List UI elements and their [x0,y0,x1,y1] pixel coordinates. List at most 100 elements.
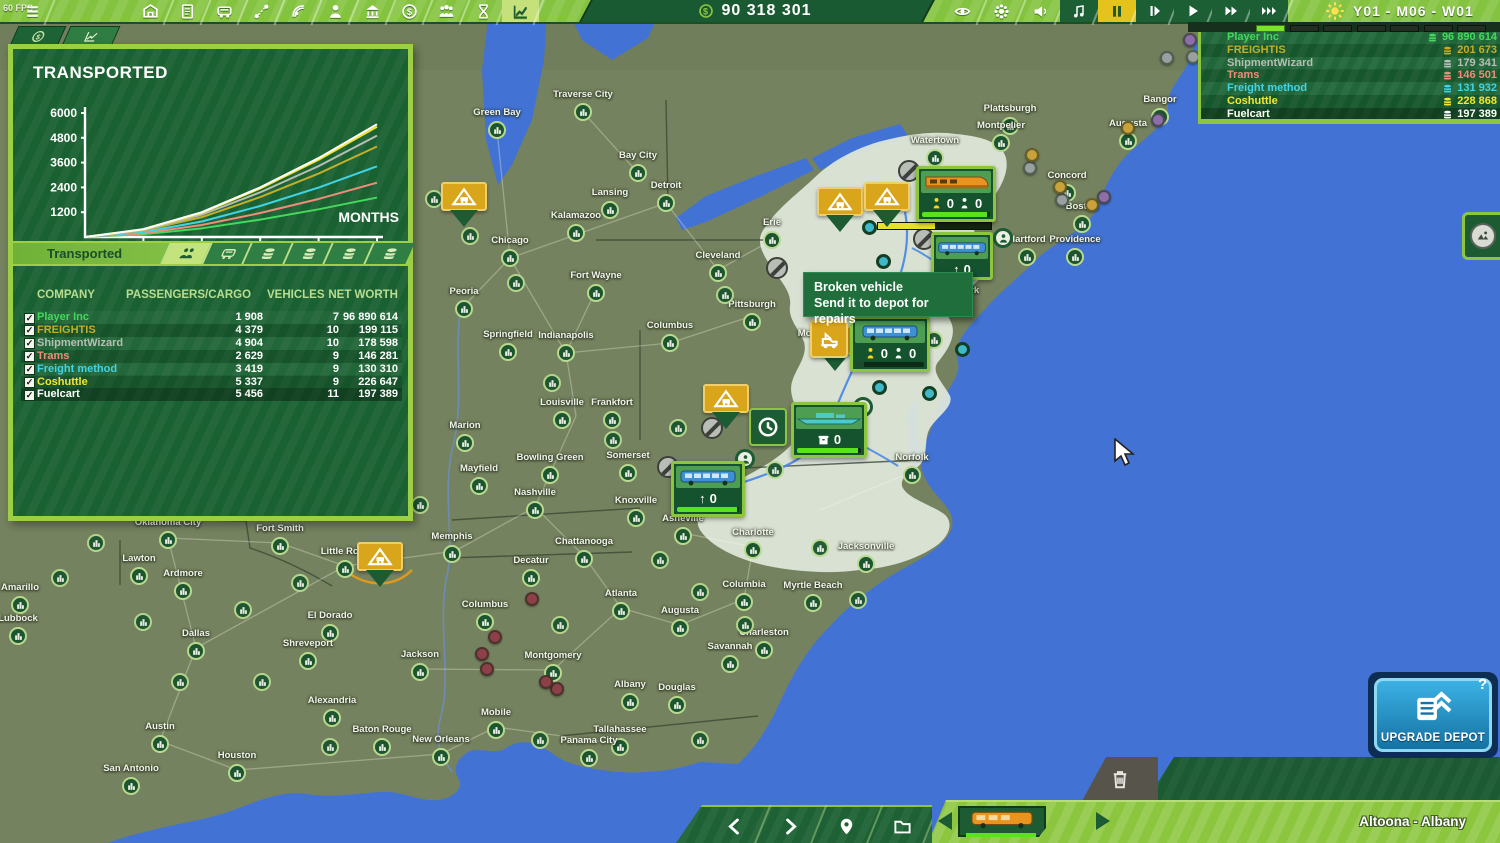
upgrade-depot-button[interactable]: UPGRADE DEPOT [1374,678,1492,752]
city-marker[interactable] [992,134,1010,152]
city-marker[interactable] [336,560,354,578]
toolbar-button-routes[interactable] [243,0,280,22]
city-marker[interactable] [857,555,875,573]
vehicle-status-panel[interactable]: 0 [791,402,867,458]
toolbar-button-stats[interactable] [502,0,539,22]
city-marker[interactable] [601,201,619,219]
city-marker[interactable] [299,652,317,670]
toolbar-button-bank[interactable] [354,0,391,22]
map-style-button[interactable] [1462,212,1500,260]
city-marker[interactable] [541,466,559,484]
toolbar-button-sound[interactable] [1021,0,1060,22]
toolbar-button-radar[interactable] [280,0,317,22]
harbor-marker[interactable] [922,386,937,401]
leaderboard-row[interactable]: FREIGHTIS201 673 [1201,44,1500,57]
town-marker[interactable] [651,551,669,569]
city-marker[interactable] [487,721,505,739]
city-marker[interactable] [721,655,739,673]
city-marker[interactable] [271,537,289,555]
speed-button-music[interactable] [1060,0,1098,22]
city-marker[interactable] [501,249,519,267]
speed-button-fastest[interactable] [1250,0,1288,22]
city-marker[interactable] [629,164,647,182]
city-marker[interactable] [174,582,192,600]
leaderboard-row[interactable]: Coshuttle228 868 [1201,95,1500,108]
city-marker[interactable] [926,149,944,167]
city-marker[interactable] [621,693,639,711]
city-marker[interactable] [488,121,506,139]
city-marker[interactable] [159,531,177,549]
speed-button-pause[interactable] [1098,0,1136,22]
competitor-leaderboard[interactable]: Player Inc96 890 614FREIGHTIS201 673Ship… [1198,27,1500,122]
city-marker[interactable] [130,567,148,585]
town-marker[interactable] [604,431,622,449]
city-marker[interactable] [151,735,169,753]
speed-button-fast[interactable] [1212,0,1250,22]
breakdown-warning-sign[interactable] [864,182,910,227]
city-marker[interactable] [763,231,781,249]
city-marker[interactable] [476,613,494,631]
town-marker[interactable] [171,673,189,691]
town-marker[interactable] [543,374,561,392]
breakdown-warning-sign[interactable] [817,187,863,232]
routes-folder-button[interactable] [874,807,930,843]
toolbar-button-finance[interactable]: $ [391,0,428,22]
table-row[interactable]: ✓Coshuttle5 3379226 647 [21,376,402,389]
town-marker[interactable] [766,461,784,479]
city-marker[interactable] [456,434,474,452]
city-marker[interactable] [526,501,544,519]
city-marker[interactable] [903,466,921,484]
harbor-marker[interactable] [876,254,891,269]
town-marker[interactable] [291,574,309,592]
town-marker[interactable] [253,673,271,691]
city-marker[interactable] [553,411,571,429]
breakdown-warning-sign[interactable] [441,182,487,227]
city-marker[interactable] [575,550,593,568]
table-row[interactable]: ✓Trams2 6299146 281 [21,350,402,363]
city-marker[interactable] [735,593,753,611]
town-marker[interactable] [669,419,687,437]
tab-chart[interactable] [62,26,121,46]
leaderboard-row[interactable]: Player Inc96 890 614 [1201,31,1500,44]
leaderboard-row[interactable]: ShipmentWizard179 341 [1201,57,1500,70]
city-marker[interactable] [804,594,822,612]
leaderboard-row[interactable]: Trams146 501 [1201,69,1500,82]
town-marker[interactable] [716,286,734,304]
locate-button[interactable] [818,807,874,843]
table-row[interactable]: ✓Player Inc1 908796 890 614 [21,311,402,324]
prev-vehicle-button[interactable] [938,812,952,830]
city-marker[interactable] [755,641,773,659]
vehicle-status-panel[interactable]: ↑0 [671,461,745,517]
row-checkbox[interactable]: ✓ [24,390,35,401]
city-marker[interactable] [228,764,246,782]
toolbar-button-depot[interactable] [132,0,169,22]
town-marker[interactable] [531,731,549,749]
town-marker[interactable] [691,583,709,601]
city-marker[interactable] [603,411,621,429]
city-marker[interactable] [323,709,341,727]
city-marker[interactable] [567,224,585,242]
help-button[interactable]: ? [1478,676,1487,693]
row-checkbox[interactable]: ✓ [24,364,35,375]
toolbar-button-staff[interactable] [317,0,354,22]
city-marker[interactable] [557,344,575,362]
table-row[interactable]: ✓ShipmentWizard4 90410178 598 [21,337,402,350]
city-marker[interactable] [1066,248,1084,266]
toolbar-button-vehicles[interactable] [206,0,243,22]
city-marker[interactable] [499,343,517,361]
row-checkbox[interactable]: ✓ [24,313,35,324]
city-marker[interactable] [574,103,592,121]
city-marker[interactable] [411,663,429,681]
speed-button-play[interactable] [1174,0,1212,22]
city-marker[interactable] [668,696,686,714]
metric-tab-coins-5[interactable] [363,243,414,264]
city-marker[interactable] [522,569,540,587]
breakdown-warning-sign[interactable] [357,542,403,587]
toolbar-button-visibility[interactable] [943,0,982,22]
harbor-marker[interactable] [955,342,970,357]
row-checkbox[interactable]: ✓ [24,351,35,362]
table-row[interactable]: ✓Fuelcart5 45611197 389 [21,388,402,401]
toolbar-button-competitors[interactable] [428,0,465,22]
town-marker[interactable] [234,601,252,619]
toolbar-button-time[interactable] [465,0,502,22]
